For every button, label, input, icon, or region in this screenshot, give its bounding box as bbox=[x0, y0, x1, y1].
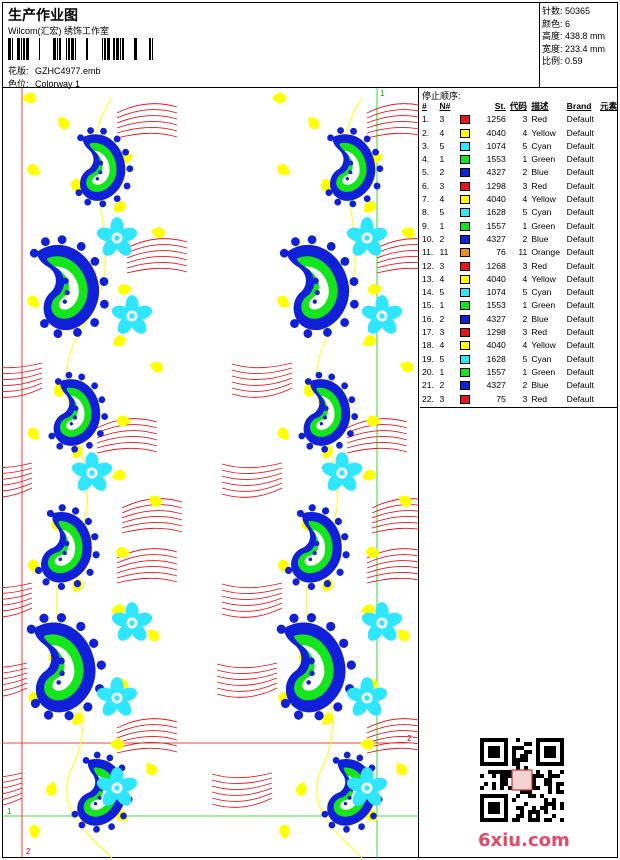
color-swatch bbox=[460, 168, 471, 178]
table-row: 15. 1 1553 1 Green Default bbox=[422, 300, 594, 311]
table-row: 4. 1 1553 1 Green Default bbox=[422, 154, 594, 165]
color-swatch bbox=[460, 381, 471, 391]
barcode-icon bbox=[8, 38, 153, 60]
design-file-row: 花版: GZHC4977.emb bbox=[8, 64, 101, 77]
stat-height: 高度: 438.8 mm bbox=[542, 31, 606, 42]
site-watermark: 6xiu.com bbox=[478, 830, 570, 851]
color-swatch bbox=[460, 128, 471, 138]
table-row: 20. 1 1557 1 Green Default bbox=[422, 366, 594, 377]
color-swatch bbox=[460, 208, 471, 218]
color-swatch bbox=[460, 354, 471, 364]
header-panel: 生产作业图 Wilcom(汇宏) 绣饰工作室 花版: GZHC4977.emb … bbox=[2, 2, 540, 89]
stop-sequence-panel: 停止顺序: # N# St. 代码 描述 Brand 元素 1. 3 1256 3 Re… bbox=[420, 88, 618, 408]
color-swatch bbox=[460, 181, 471, 191]
qr-code-icon bbox=[480, 738, 564, 822]
guide-label-1-left: 1 bbox=[7, 807, 12, 816]
table-row: 7. 4 4040 4 Yellow Default bbox=[422, 194, 594, 205]
table-row: 18. 4 4040 4 Yellow Default bbox=[422, 340, 594, 351]
guide-label-2-bottom: 2 bbox=[26, 847, 31, 856]
stat-colors: 颜色: 6 bbox=[542, 18, 571, 29]
color-swatch bbox=[460, 141, 471, 151]
table-row: 19. 5 1628 5 Cyan Default bbox=[422, 353, 594, 364]
page-title: 生产作业图 bbox=[8, 7, 78, 23]
stop-sequence-table: # N# St. 代码 描述 Brand 元素 1. 3 1256 3 Red Defau… bbox=[420, 100, 618, 406]
table-row: 3. 5 1074 5 Cyan Default bbox=[422, 140, 594, 151]
color-swatch bbox=[460, 221, 471, 231]
table-row: 12. 3 1268 3 Red Default bbox=[422, 260, 594, 271]
design-preview: 1 2 1 2 bbox=[0, 88, 438, 859]
color-swatch bbox=[460, 288, 471, 298]
color-swatch bbox=[460, 261, 471, 271]
table-row: 10. 2 4327 2 Blue Default bbox=[422, 233, 594, 244]
table-row: 14. 5 1074 5 Cyan Default bbox=[422, 287, 594, 298]
design-stats: 针数: 50365 颜色: 6 高度: 438.8 mm 宽度: 233.4 m… bbox=[540, 2, 618, 88]
color-swatch bbox=[460, 234, 471, 244]
color-swatch bbox=[460, 341, 471, 351]
table-row: 6. 3 1298 3 Red Default bbox=[422, 180, 594, 191]
table-header: # N# St. 代码 描述 Brand 元素 bbox=[422, 101, 618, 111]
color-swatch bbox=[460, 155, 471, 165]
color-swatch bbox=[460, 195, 471, 205]
color-swatch bbox=[460, 367, 471, 377]
stat-width: 宽度: 233.4 mm bbox=[542, 43, 606, 54]
stat-scale: 比例: 0.59 bbox=[542, 56, 583, 67]
color-swatch bbox=[460, 248, 471, 258]
color-swatch bbox=[460, 274, 471, 284]
embroidery-artwork: 1 2 1 2 bbox=[0, 88, 438, 859]
table-row: 5. 2 4327 2 Blue Default bbox=[422, 167, 594, 178]
color-swatch bbox=[460, 301, 471, 311]
table-row: 22. 3 75 3 Red Default bbox=[422, 393, 594, 404]
table-row: 13. 4 4040 4 Yellow Default bbox=[422, 273, 594, 284]
table-row: 2. 4 4040 4 Yellow Default bbox=[422, 127, 594, 138]
table-row: 11. 11 76 11 Orange Default bbox=[422, 247, 594, 258]
color-swatch bbox=[460, 115, 471, 125]
table-row: 21. 2 4327 2 Blue Default bbox=[422, 380, 594, 391]
color-swatch bbox=[460, 328, 471, 338]
stat-stitches: 针数: 50365 bbox=[542, 6, 591, 16]
table-row: 17. 3 1298 3 Red Default bbox=[422, 327, 594, 338]
color-swatch bbox=[460, 394, 471, 404]
table-row: 8. 5 1628 5 Cyan Default bbox=[422, 207, 594, 218]
table-row: 9. 1 1557 1 Green Default bbox=[422, 220, 594, 231]
studio-name: Wilcom(汇宏) 绣饰工作室 bbox=[8, 26, 109, 36]
color-swatch bbox=[460, 314, 471, 324]
design-file-value: GZHC4977.emb bbox=[35, 66, 101, 76]
guide-label-2-right: 2 bbox=[407, 734, 412, 743]
guide-label-1-top: 1 bbox=[380, 89, 385, 98]
table-row: 1. 3 1256 3 Red Default bbox=[422, 114, 594, 125]
table-row: 16. 2 4327 2 Blue Default bbox=[422, 313, 594, 324]
design-file-label: 花版: bbox=[8, 66, 29, 76]
